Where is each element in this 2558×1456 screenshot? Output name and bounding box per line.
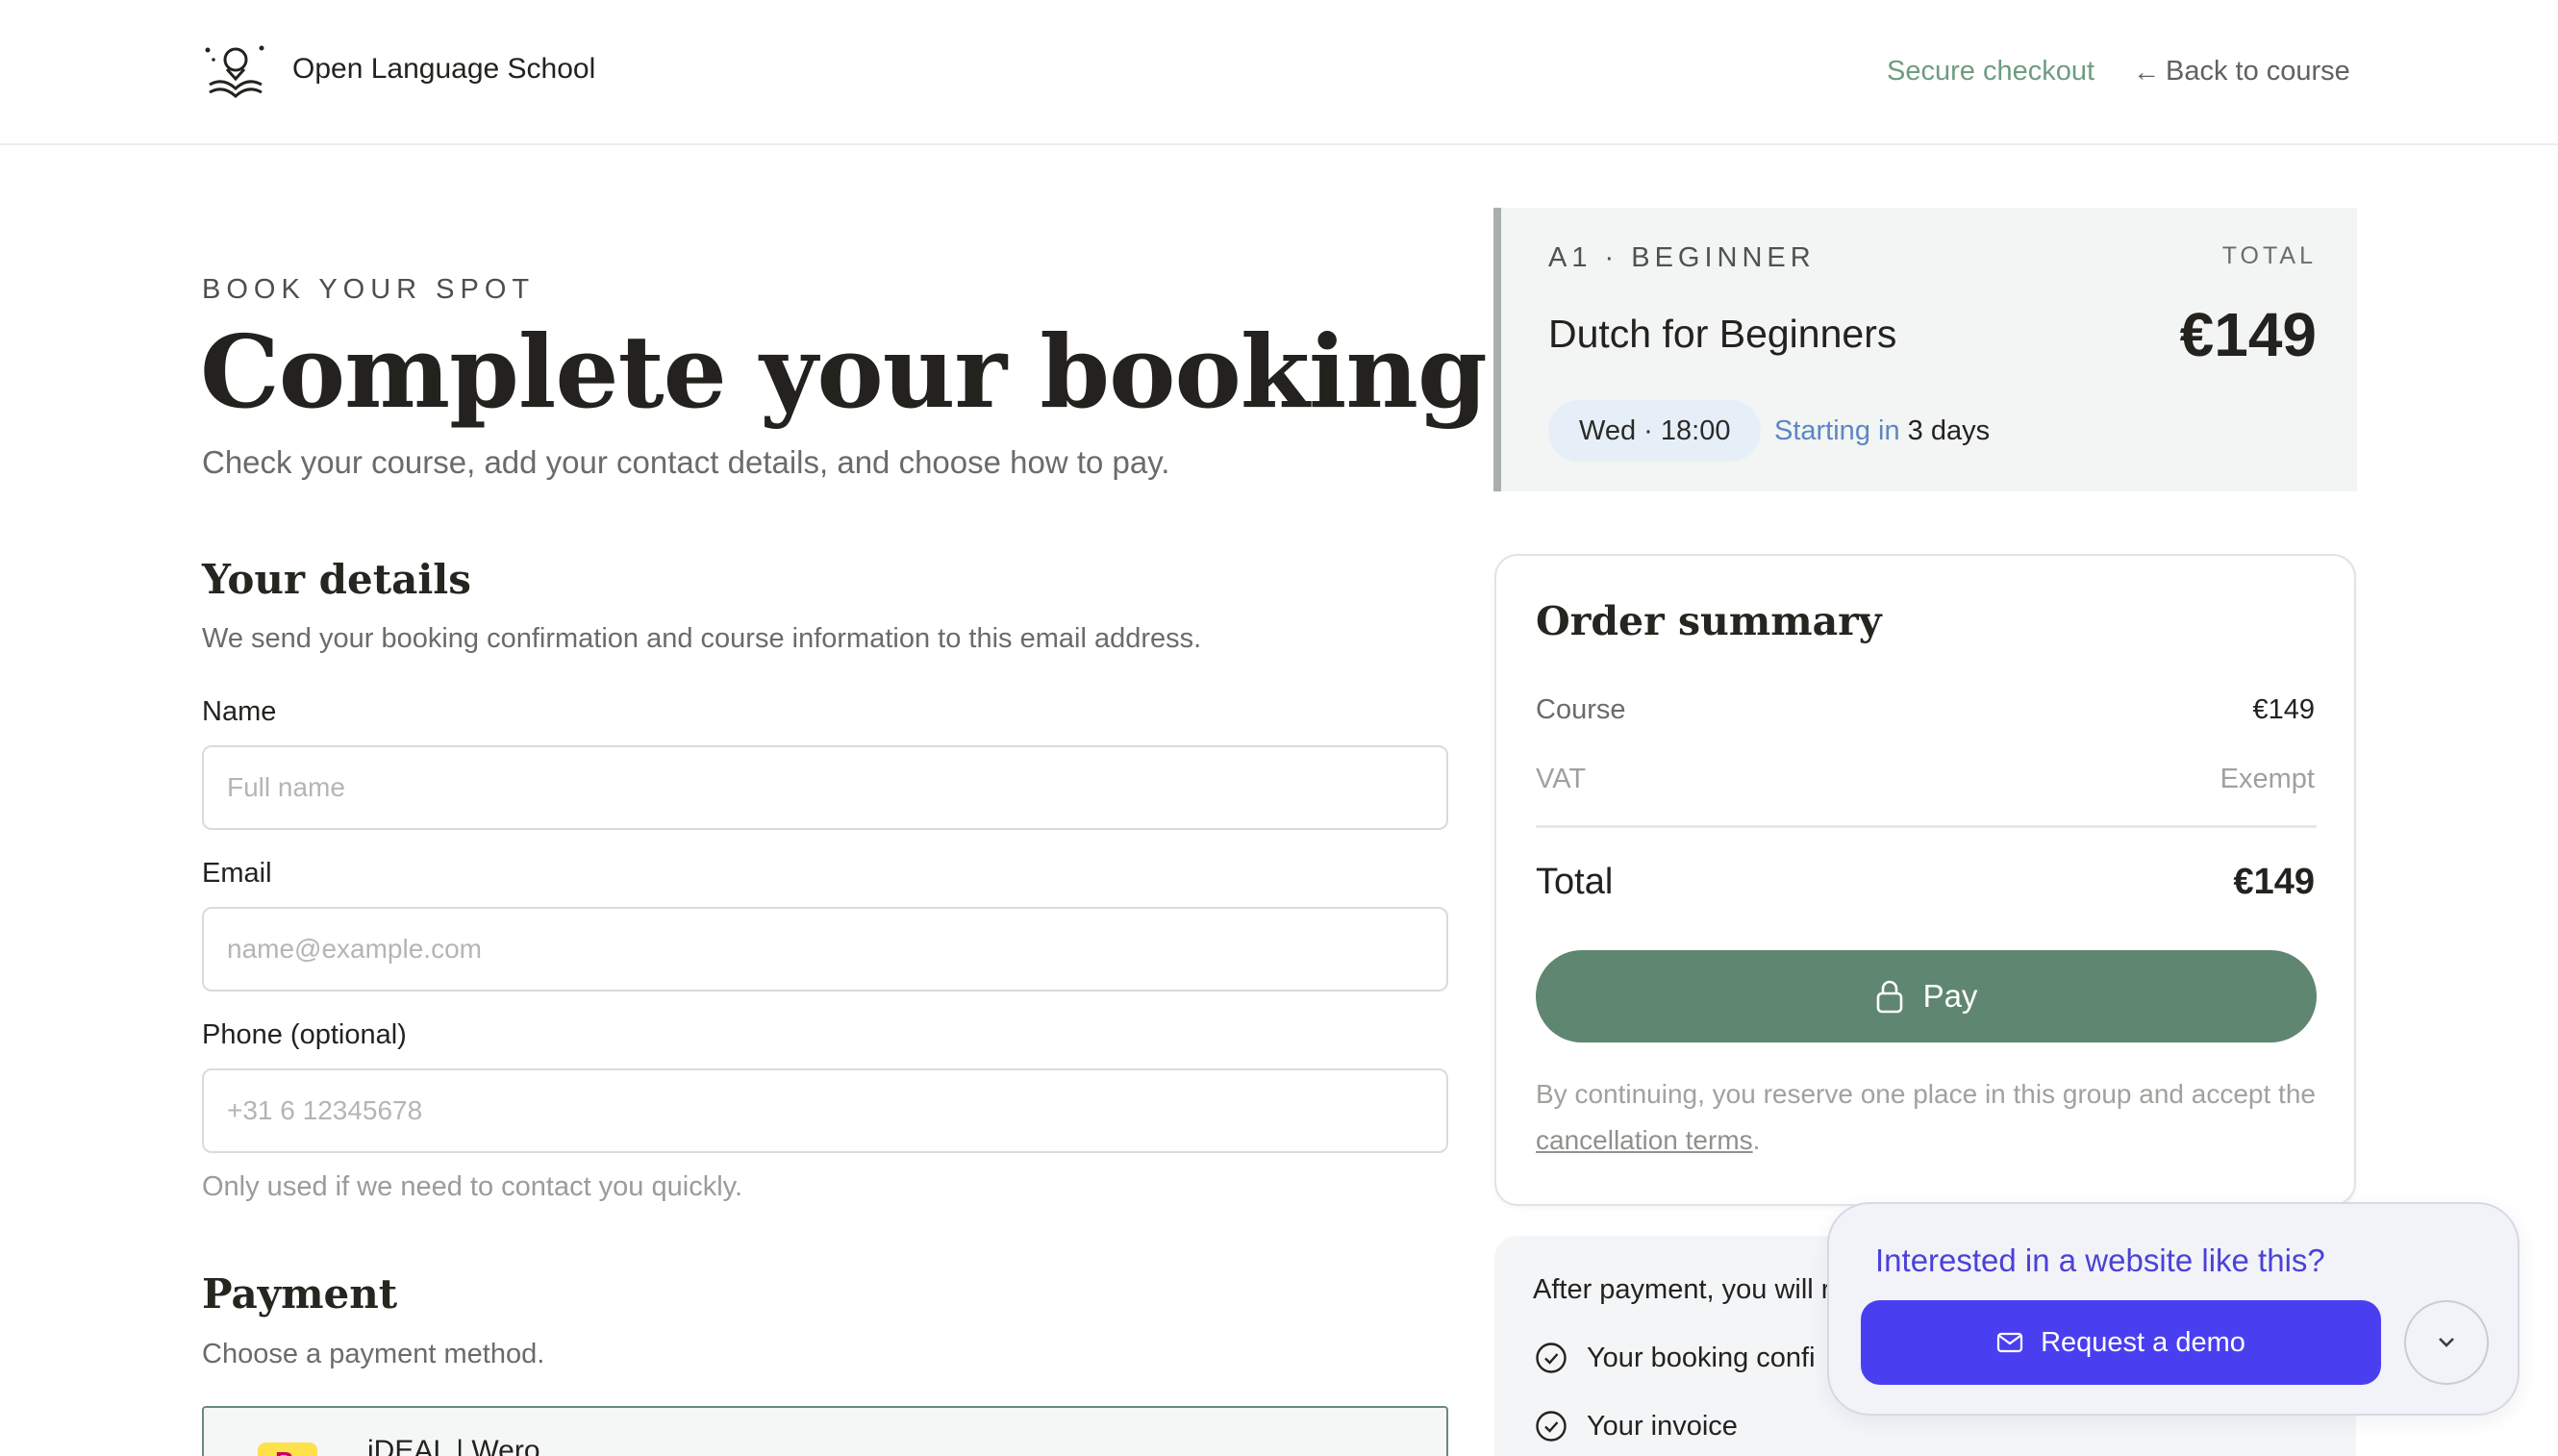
- eyebrow: BOOK YOUR SPOT: [202, 274, 536, 305]
- request-demo-label: Request a demo: [2041, 1326, 2245, 1358]
- summary-title: Order summary: [1536, 598, 1882, 644]
- pay-button-label: Pay: [1922, 978, 1978, 1014]
- phone-label: Phone (optional): [202, 1019, 407, 1050]
- email-label: Email: [202, 858, 272, 889]
- site-header: Open Language School Secure checkout ← B…: [0, 0, 2558, 145]
- after-payment-item-label: Your invoice: [1587, 1410, 1738, 1442]
- mail-icon: [1996, 1332, 2023, 1353]
- starting-prefix: Starting in: [1774, 415, 1900, 446]
- pay-button[interactable]: Pay: [1536, 950, 2317, 1042]
- summary-vat-value: Exempt: [2219, 764, 2315, 794]
- demo-popup-title: Interested in a website like this?: [1875, 1243, 2325, 1278]
- starting-in: Starting in 3 days: [1774, 415, 1990, 447]
- arrow-left-icon: ←: [2133, 56, 2160, 87]
- payment-option-ideal[interactable]: P iDEAL | Wero: [202, 1406, 1448, 1456]
- order-summary: Order summary Course €149 VAT Exempt Tot…: [1494, 554, 2356, 1206]
- back-to-course-link[interactable]: ← Back to course: [2133, 56, 2350, 88]
- payment-title: Payment: [202, 1270, 398, 1318]
- details-title: Your details: [202, 556, 471, 603]
- lock-icon: [1876, 980, 1902, 1014]
- email-field[interactable]: [202, 907, 1448, 992]
- phone-field[interactable]: [202, 1068, 1448, 1153]
- secure-checkout-link[interactable]: Secure checkout: [1887, 56, 2094, 88]
- demo-popup: Interested in a website like this? Reque…: [1827, 1202, 2520, 1416]
- name-field[interactable]: [202, 745, 1448, 830]
- payment-subtitle: Choose a payment method.: [202, 1339, 545, 1369]
- list-item: Your booking confi: [1535, 1342, 1816, 1374]
- summary-divider: [1536, 825, 2317, 828]
- request-demo-button[interactable]: Request a demo: [1861, 1300, 2381, 1385]
- list-item: Your invoice: [1535, 1410, 1738, 1443]
- course-name: Dutch for Beginners: [1548, 312, 1897, 356]
- payment-option-label: iDEAL | Wero: [367, 1435, 540, 1456]
- check-circle-icon: [1536, 1411, 1567, 1442]
- summary-course-value: €149: [2252, 694, 2315, 725]
- phone-help-text: Only used if we need to contact you quic…: [202, 1171, 743, 1202]
- school-logo-icon: [205, 45, 264, 98]
- chevron-down-icon: [2439, 1338, 2454, 1347]
- after-payment-title: After payment, you will r: [1533, 1274, 1831, 1305]
- schedule-badge: Wed · 18:00: [1548, 400, 1762, 462]
- check-circle-icon: [1536, 1343, 1567, 1373]
- summary-course-label: Course: [1536, 694, 1626, 725]
- page-title: Complete your booking: [200, 313, 1488, 431]
- summary-vat-label: VAT: [1536, 764, 1587, 794]
- ideal-logo-icon: P: [258, 1443, 317, 1456]
- summary-total-label: Total: [1536, 862, 1614, 902]
- starting-value: 3 days: [1907, 415, 1991, 446]
- brand[interactable]: Open Language School: [202, 40, 595, 98]
- after-payment-item-label: Your booking confi: [1587, 1342, 1816, 1373]
- brand-name: Open Language School: [292, 53, 596, 85]
- name-label: Name: [202, 696, 277, 727]
- details-subtitle: We send your booking confirmation and co…: [202, 623, 1202, 654]
- back-to-course-label: Back to course: [2166, 56, 2350, 87]
- collapse-popup-button[interactable]: [2404, 1300, 2489, 1385]
- course-price: €149: [2179, 300, 2317, 369]
- total-label: TOTAL: [2221, 242, 2317, 269]
- legal-text: By continuing, you reserve one place in …: [1536, 1079, 2316, 1155]
- course-level: A1 · BEGINNER: [1548, 242, 1816, 273]
- course-card: A1 · BEGINNER TOTAL Dutch for Beginners …: [1493, 208, 2357, 491]
- cancellation-terms-link[interactable]: cancellation terms: [1536, 1125, 1753, 1155]
- page-subtitle: Check your course, add your contact deta…: [202, 444, 1170, 480]
- summary-total-value: €149: [2233, 862, 2315, 902]
